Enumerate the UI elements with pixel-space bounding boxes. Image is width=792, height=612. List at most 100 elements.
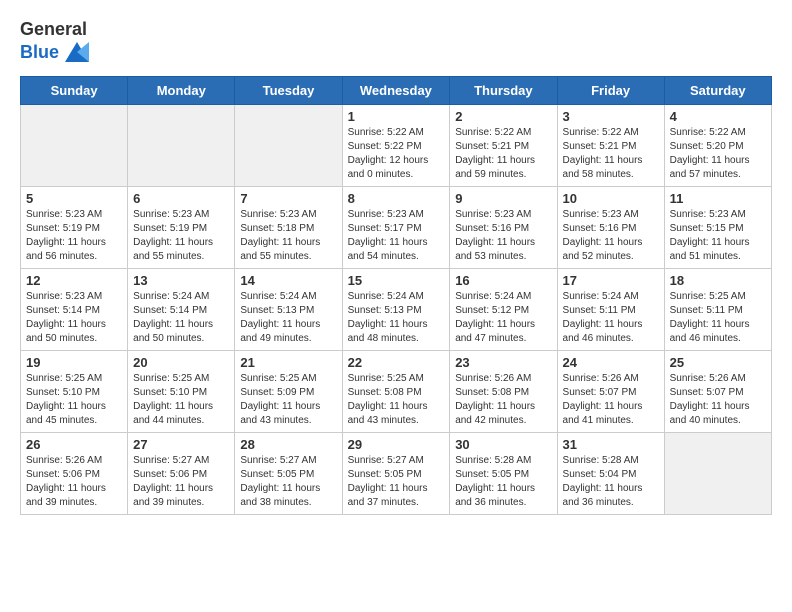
calendar-cell: 4 Sunrise: 5:22 AM Sunset: 5:20 PM Daylig… bbox=[664, 105, 771, 187]
calendar-cell: 2 Sunrise: 5:22 AM Sunset: 5:21 PM Daylig… bbox=[450, 105, 557, 187]
calendar-cell: 20 Sunrise: 5:25 AM Sunset: 5:10 PM Dayli… bbox=[128, 351, 235, 433]
calendar-cell: 10 Sunrise: 5:23 AM Sunset: 5:16 PM Dayli… bbox=[557, 187, 664, 269]
day-info: Sunrise: 5:24 AM Sunset: 5:12 PM Dayligh… bbox=[455, 290, 551, 346]
day-number: 9 bbox=[455, 191, 551, 206]
calendar-cell bbox=[128, 105, 235, 187]
day-number: 20 bbox=[133, 355, 229, 370]
day-number: 27 bbox=[133, 437, 229, 452]
day-number: 29 bbox=[348, 437, 445, 452]
calendar-cell: 28Sunrise: 5:27 AM Sunset: 5:05 PM Dayli… bbox=[235, 433, 342, 515]
day-number: 15 bbox=[348, 273, 445, 288]
day-info: Sunrise: 5:23 AM Sunset: 5:16 PM Dayligh… bbox=[563, 208, 659, 264]
calendar-cell: 27 Sunrise: 5:27 AM Sunset: 5:06 PM Dayli… bbox=[128, 433, 235, 515]
weekday-header-saturday: Saturday bbox=[664, 77, 771, 105]
calendar-cell: 31 Sunrise: 5:28 AM Sunset: 5:04 PM Dayli… bbox=[557, 433, 664, 515]
day-number: 10 bbox=[563, 191, 659, 206]
day-number: 13 bbox=[133, 273, 229, 288]
day-number: 5 bbox=[26, 191, 122, 206]
day-number: 18 bbox=[670, 273, 766, 288]
calendar-cell: 11 Sunrise: 5:23 AM Sunset: 5:15 PM Dayli… bbox=[664, 187, 771, 269]
calendar-cell: 23 Sunrise: 5:26 AM Sunset: 5:08 PM Dayli… bbox=[450, 351, 557, 433]
calendar-cell: 22 Sunrise: 5:25 AM Sunset: 5:08 PM Dayli… bbox=[342, 351, 450, 433]
day-info: Sunrise: 5:27 AM Sunset: 5:06 PM Dayligh… bbox=[133, 454, 229, 510]
calendar-cell: 25Sunrise: 5:26 AM Sunset: 5:07 PM Dayli… bbox=[664, 351, 771, 433]
day-number: 17 bbox=[563, 273, 659, 288]
day-number: 21 bbox=[240, 355, 336, 370]
calendar-row-3: 19 Sunrise: 5:25 AM Sunset: 5:10 PM Dayli… bbox=[21, 351, 772, 433]
day-number: 6 bbox=[133, 191, 229, 206]
day-number: 8 bbox=[348, 191, 445, 206]
day-info: Sunrise: 5:25 AM Sunset: 5:11 PM Dayligh… bbox=[670, 290, 766, 346]
day-number: 30 bbox=[455, 437, 551, 452]
day-info: Sunrise: 5:23 AM Sunset: 5:17 PM Dayligh… bbox=[348, 208, 445, 264]
day-number: 19 bbox=[26, 355, 122, 370]
logo-icon bbox=[61, 38, 93, 66]
day-number: 26 bbox=[26, 437, 122, 452]
day-info: Sunrise: 5:23 AM Sunset: 5:18 PM Dayligh… bbox=[240, 208, 336, 264]
day-info: Sunrise: 5:28 AM Sunset: 5:05 PM Dayligh… bbox=[455, 454, 551, 510]
calendar-cell: 12 Sunrise: 5:23 AM Sunset: 5:14 PM Dayli… bbox=[21, 269, 128, 351]
calendar-cell: 13 Sunrise: 5:24 AM Sunset: 5:14 PM Dayli… bbox=[128, 269, 235, 351]
day-number: 4 bbox=[670, 109, 766, 124]
page-header: General Blue bbox=[20, 20, 772, 66]
day-number: 31 bbox=[563, 437, 659, 452]
weekday-header-tuesday: Tuesday bbox=[235, 77, 342, 105]
calendar-cell: 18 Sunrise: 5:25 AM Sunset: 5:11 PM Dayli… bbox=[664, 269, 771, 351]
day-info: Sunrise: 5:22 AM Sunset: 5:20 PM Dayligh… bbox=[670, 126, 766, 182]
calendar-row-2: 12 Sunrise: 5:23 AM Sunset: 5:14 PM Dayli… bbox=[21, 269, 772, 351]
day-info: Sunrise: 5:23 AM Sunset: 5:16 PM Dayligh… bbox=[455, 208, 551, 264]
calendar-cell: 7 Sunrise: 5:23 AM Sunset: 5:18 PM Daylig… bbox=[235, 187, 342, 269]
calendar-cell bbox=[664, 433, 771, 515]
calendar-cell: 9 Sunrise: 5:23 AM Sunset: 5:16 PM Daylig… bbox=[450, 187, 557, 269]
calendar-cell: 29 Sunrise: 5:27 AM Sunset: 5:05 PM Dayli… bbox=[342, 433, 450, 515]
day-info: Sunrise: 5:25 AM Sunset: 5:08 PM Dayligh… bbox=[348, 372, 445, 428]
day-number: 14 bbox=[240, 273, 336, 288]
day-info: Sunrise: 5:26 AM Sunset: 5:08 PM Dayligh… bbox=[455, 372, 551, 428]
calendar-row-1: 5 Sunrise: 5:23 AM Sunset: 5:19 PM Daylig… bbox=[21, 187, 772, 269]
day-number: 1 bbox=[348, 109, 445, 124]
day-info: Sunrise: 5:22 AM Sunset: 5:21 PM Dayligh… bbox=[563, 126, 659, 182]
calendar-cell: 30 Sunrise: 5:28 AM Sunset: 5:05 PM Dayli… bbox=[450, 433, 557, 515]
calendar-cell: 17 Sunrise: 5:24 AM Sunset: 5:11 PM Dayli… bbox=[557, 269, 664, 351]
day-number: 22 bbox=[348, 355, 445, 370]
day-info: Sunrise: 5:24 AM Sunset: 5:14 PM Dayligh… bbox=[133, 290, 229, 346]
day-info: Sunrise: 5:22 AM Sunset: 5:22 PM Dayligh… bbox=[348, 126, 445, 182]
day-number: 3 bbox=[563, 109, 659, 124]
day-number: 16 bbox=[455, 273, 551, 288]
calendar-table: SundayMondayTuesdayWednesdayThursdayFrid… bbox=[20, 76, 772, 515]
day-number: 12 bbox=[26, 273, 122, 288]
calendar-cell: 21 Sunrise: 5:25 AM Sunset: 5:09 PM Dayli… bbox=[235, 351, 342, 433]
day-info: Sunrise: 5:23 AM Sunset: 5:19 PM Dayligh… bbox=[26, 208, 122, 264]
day-info: Sunrise: 5:25 AM Sunset: 5:09 PM Dayligh… bbox=[240, 372, 336, 428]
weekday-header-friday: Friday bbox=[557, 77, 664, 105]
logo-general: General bbox=[20, 20, 93, 38]
calendar-cell: 8 Sunrise: 5:23 AM Sunset: 5:17 PM Daylig… bbox=[342, 187, 450, 269]
day-number: 7 bbox=[240, 191, 336, 206]
calendar-cell: 3 Sunrise: 5:22 AM Sunset: 5:21 PM Daylig… bbox=[557, 105, 664, 187]
calendar-cell: 1 Sunrise: 5:22 AM Sunset: 5:22 PM Daylig… bbox=[342, 105, 450, 187]
day-info: Sunrise: 5:27 AM Sunset: 5:05 PM Dayligh… bbox=[240, 454, 336, 510]
day-info: Sunrise: 5:26 AM Sunset: 5:06 PM Dayligh… bbox=[26, 454, 122, 510]
weekday-header-sunday: Sunday bbox=[21, 77, 128, 105]
logo-blue: Blue bbox=[20, 43, 59, 61]
day-info: Sunrise: 5:25 AM Sunset: 5:10 PM Dayligh… bbox=[133, 372, 229, 428]
day-number: 11 bbox=[670, 191, 766, 206]
weekday-header-wednesday: Wednesday bbox=[342, 77, 450, 105]
weekday-header-thursday: Thursday bbox=[450, 77, 557, 105]
day-number: 23 bbox=[455, 355, 551, 370]
day-info: Sunrise: 5:23 AM Sunset: 5:14 PM Dayligh… bbox=[26, 290, 122, 346]
day-info: Sunrise: 5:24 AM Sunset: 5:11 PM Dayligh… bbox=[563, 290, 659, 346]
day-info: Sunrise: 5:22 AM Sunset: 5:21 PM Dayligh… bbox=[455, 126, 551, 182]
day-info: Sunrise: 5:27 AM Sunset: 5:05 PM Dayligh… bbox=[348, 454, 445, 510]
day-info: Sunrise: 5:23 AM Sunset: 5:19 PM Dayligh… bbox=[133, 208, 229, 264]
day-number: 2 bbox=[455, 109, 551, 124]
calendar-row-4: 26 Sunrise: 5:26 AM Sunset: 5:06 PM Dayli… bbox=[21, 433, 772, 515]
day-info: Sunrise: 5:23 AM Sunset: 5:15 PM Dayligh… bbox=[670, 208, 766, 264]
weekday-header-row: SundayMondayTuesdayWednesdayThursdayFrid… bbox=[21, 77, 772, 105]
weekday-header-monday: Monday bbox=[128, 77, 235, 105]
day-info: Sunrise: 5:24 AM Sunset: 5:13 PM Dayligh… bbox=[240, 290, 336, 346]
day-info: Sunrise: 5:26 AM Sunset: 5:07 PM Dayligh… bbox=[563, 372, 659, 428]
day-info: Sunrise: 5:28 AM Sunset: 5:04 PM Dayligh… bbox=[563, 454, 659, 510]
calendar-cell: 15Sunrise: 5:24 AM Sunset: 5:13 PM Dayli… bbox=[342, 269, 450, 351]
calendar-cell: 6 Sunrise: 5:23 AM Sunset: 5:19 PM Daylig… bbox=[128, 187, 235, 269]
